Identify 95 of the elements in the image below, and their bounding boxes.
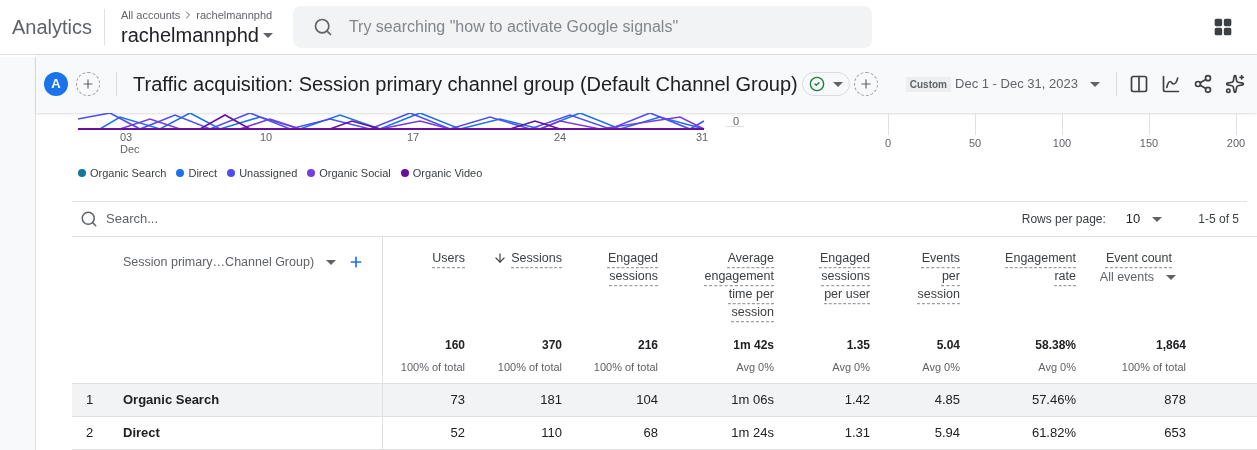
table-cell-text: 878 bbox=[1164, 391, 1186, 410]
plus-icon bbox=[81, 77, 95, 91]
column-total-note: 100% of total bbox=[1121, 359, 1186, 375]
check-circle-icon bbox=[808, 76, 825, 92]
dimension-selector[interactable]: Session primary…Channel Group) bbox=[123, 253, 337, 272]
legend-label: Organic Search bbox=[90, 166, 167, 181]
caret-icon bbox=[1089, 81, 1100, 87]
table-cell-text: 5.94 bbox=[934, 424, 960, 443]
pagination-range: 1-5 of 5 bbox=[1198, 211, 1239, 228]
column-total: 370 bbox=[541, 336, 562, 354]
table-cell-text: 61.82% bbox=[1031, 424, 1076, 443]
table-cell-text: 104 bbox=[636, 391, 658, 410]
column-header[interactable]: Events per session bbox=[917, 249, 960, 303]
axis-tick-label: 31 bbox=[696, 131, 709, 143]
table-row[interactable]: 1 Organic Search 73 181 104 1m 06s 1.42 4.85 57.46% 878 bbox=[72, 384, 1257, 417]
search-bar[interactable]: Try searching "how to activate Google signals" bbox=[292, 6, 872, 48]
legend-label: Organic Social bbox=[319, 166, 391, 181]
axis-tick-label: 100 bbox=[1052, 136, 1072, 151]
table-cell-text: 1.42 bbox=[844, 391, 870, 410]
column-header[interactable]: Average engagement time per session bbox=[704, 249, 774, 321]
caret-icon bbox=[1166, 274, 1176, 280]
column-header[interactable]: Sessions bbox=[511, 249, 562, 267]
table-cell-text: 181 bbox=[540, 391, 562, 410]
insights-icon[interactable] bbox=[1160, 74, 1181, 94]
product-name: Analytics bbox=[12, 15, 93, 40]
column-total-note: 100% of total bbox=[400, 359, 465, 375]
column-total-note: 100% of total bbox=[593, 359, 658, 375]
caret-icon bbox=[262, 32, 273, 38]
column-total-note: Avg 0% bbox=[736, 359, 774, 375]
column-header[interactable]: Event count bbox=[1106, 249, 1172, 267]
column-total: 5.04 bbox=[936, 336, 960, 354]
rows-per-page-label: Rows per page: bbox=[1021, 211, 1106, 228]
axis-tick-label: Dec bbox=[120, 143, 140, 155]
axis-tick-label: 24 bbox=[554, 131, 567, 143]
table-cell-text: 68 bbox=[643, 424, 658, 443]
table-cell-text: 1.31 bbox=[844, 424, 870, 443]
column-total: 216 bbox=[637, 336, 658, 354]
user-avatar[interactable]: A bbox=[44, 72, 68, 96]
row-index: 1 bbox=[85, 391, 95, 410]
table-cell-text: 52 bbox=[450, 424, 465, 443]
axis-tick-label: 0 bbox=[884, 136, 892, 151]
table-cell-text: 110 bbox=[541, 424, 562, 443]
rows-per-page-select[interactable]: 10 bbox=[1125, 209, 1163, 229]
account-selector[interactable]: rachelmannphd bbox=[121, 23, 273, 48]
table-cell-text: 1m 24s bbox=[731, 424, 774, 443]
apps-grid-icon[interactable] bbox=[1213, 17, 1233, 37]
caret-icon bbox=[1152, 216, 1163, 222]
legend-label: Organic Video bbox=[412, 166, 483, 181]
row-index: 2 bbox=[85, 424, 95, 443]
table-search-field[interactable]: Search... bbox=[106, 209, 372, 229]
axis-tick-label: 0 bbox=[733, 114, 740, 129]
report-title: Traffic acquisition: Session primary channel group (Default Channel Group) bbox=[133, 72, 798, 97]
table-cell-text: 653 bbox=[1164, 424, 1186, 443]
compare-icon[interactable] bbox=[1128, 74, 1149, 94]
column-total: 1.35 bbox=[846, 336, 870, 354]
axis-tick-label: 17 bbox=[407, 131, 420, 143]
date-badge: Custom bbox=[905, 76, 951, 92]
breadcrumb-link[interactable]: All accounts bbox=[121, 6, 181, 24]
table-row[interactable]: 2 Direct 52 110 68 1m 24s 1.31 5.94 61.82% 653 bbox=[72, 417, 1257, 450]
legend-label: Direct bbox=[188, 166, 218, 181]
column-total-note: Avg 0% bbox=[1038, 359, 1076, 375]
column-header[interactable]: Engaged sessions bbox=[607, 249, 658, 285]
column-total: 160 bbox=[444, 336, 465, 354]
axis-tick-label: 03 bbox=[120, 131, 134, 143]
column-total: 1m 42s bbox=[733, 336, 774, 354]
column-total: 58.38% bbox=[1035, 336, 1076, 354]
column-total-note: Avg 0% bbox=[832, 359, 870, 375]
column-header[interactable]: Engagement rate bbox=[1005, 249, 1076, 285]
caret-icon bbox=[326, 259, 337, 265]
axis-tick-label: 150 bbox=[1139, 136, 1159, 151]
sparkle-icon[interactable] bbox=[1224, 74, 1245, 94]
legend-label: Unassigned bbox=[239, 166, 298, 181]
channel-name-cell-text: Organic Search bbox=[123, 391, 220, 410]
axis-tick-label: 200 bbox=[1226, 136, 1246, 151]
column-total-note: Avg 0% bbox=[922, 359, 960, 375]
axis-tick-label: 10 bbox=[260, 131, 273, 143]
search-icon bbox=[80, 210, 98, 228]
event-filter-select[interactable]: All events bbox=[1099, 268, 1176, 287]
channel-name-cell-text: Direct bbox=[123, 424, 160, 443]
table-cell-text: 73 bbox=[450, 391, 465, 410]
plus-icon bbox=[858, 77, 873, 91]
column-header[interactable]: Engaged sessions per user bbox=[819, 249, 870, 303]
share-icon[interactable] bbox=[1192, 74, 1213, 94]
table-cell-text: 57.46% bbox=[1031, 391, 1076, 410]
search-input[interactable]: Try searching "how to activate Google signals" bbox=[348, 15, 852, 39]
date-range-picker[interactable]: Dec 1 - Dec 31, 2023 bbox=[955, 74, 1100, 94]
column-total-note: 100% of total bbox=[497, 359, 562, 375]
caret-icon bbox=[832, 81, 843, 87]
axis-tick-label: 50 bbox=[968, 136, 982, 151]
column-header[interactable]: Users bbox=[432, 249, 465, 267]
column-total: 1,864 bbox=[1155, 336, 1186, 354]
table-cell-text: 4.85 bbox=[934, 391, 960, 410]
table-cell-text: 1m 06s bbox=[731, 391, 774, 410]
breadcrumb-link[interactable]: rachelmannphd bbox=[196, 6, 273, 24]
search-icon bbox=[312, 17, 333, 37]
